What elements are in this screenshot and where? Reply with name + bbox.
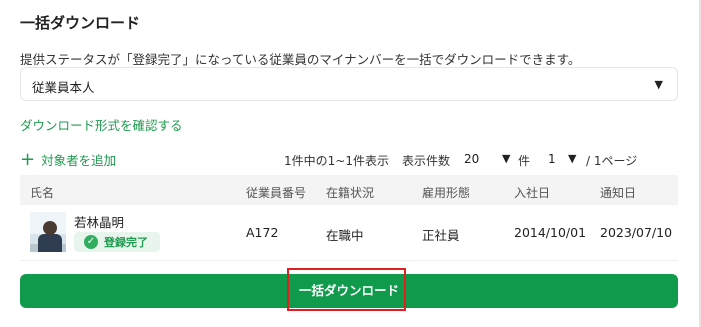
status-badge-label: 登録完了 (104, 236, 148, 249)
page-select[interactable]: 1 ▼ (544, 148, 584, 170)
add-target-button[interactable]: + 対象者を追加 (20, 150, 116, 169)
page-value: 1 (548, 152, 556, 166)
triangle-down-icon: ▼ (568, 152, 577, 165)
page-title: 一括ダウンロード (20, 14, 141, 32)
page-description: 提供ステータスが「登録完了」になっている従業員のマイナンバーを一括でダウンロード… (20, 52, 581, 67)
enrollment-status: 在職中 (326, 228, 364, 243)
page-total: / 1ページ (586, 154, 638, 168)
triangle-down-icon: ▼ (502, 152, 511, 165)
add-target-label: 対象者を追加 (41, 153, 117, 168)
bulk-download-button[interactable]: 一括ダウンロード (20, 274, 678, 308)
employee-number: A172 (246, 225, 279, 240)
per-page-value: 20 (464, 152, 480, 166)
column-header[interactable]: 在籍状況 (326, 184, 374, 201)
avatar (30, 212, 66, 252)
check-icon: ✓ (84, 235, 98, 249)
column-header[interactable]: 入社日 (514, 184, 550, 201)
table-header: 氏名 従業員番号 在籍状況 雇用形態 入社日 通知日 (20, 175, 678, 205)
target-select-value: 従業員本人 (32, 80, 95, 95)
status-badge: ✓ 登録完了 (74, 232, 160, 252)
result-count: 1件中の1~1件表示 (284, 154, 389, 168)
column-header[interactable]: 雇用形態 (422, 184, 470, 201)
per-page-unit: 件 (518, 154, 531, 168)
download-format-link[interactable]: ダウンロード形式を確認する (20, 115, 183, 134)
table-row[interactable]: 若林晶明 ✓ 登録完了 A172 在職中 正社員 2014/10/01 2023… (20, 205, 678, 261)
per-page-label: 表示件数 (402, 154, 451, 168)
column-header[interactable]: 通知日 (600, 184, 636, 201)
column-header[interactable]: 氏名 (30, 184, 54, 201)
employment-type: 正社員 (422, 228, 460, 243)
per-page-select[interactable]: 20 ▼ (462, 148, 522, 170)
column-header[interactable]: 従業員番号 (246, 184, 306, 201)
hire-date: 2014/10/01 (514, 225, 587, 240)
target-select[interactable]: 従業員本人 ▼ (20, 67, 678, 101)
plus-icon: + (20, 148, 36, 170)
notice-date: 2023/07/10 (600, 225, 673, 240)
employee-name[interactable]: 若林晶明 (74, 212, 124, 231)
triangle-down-icon: ▼ (654, 78, 663, 91)
